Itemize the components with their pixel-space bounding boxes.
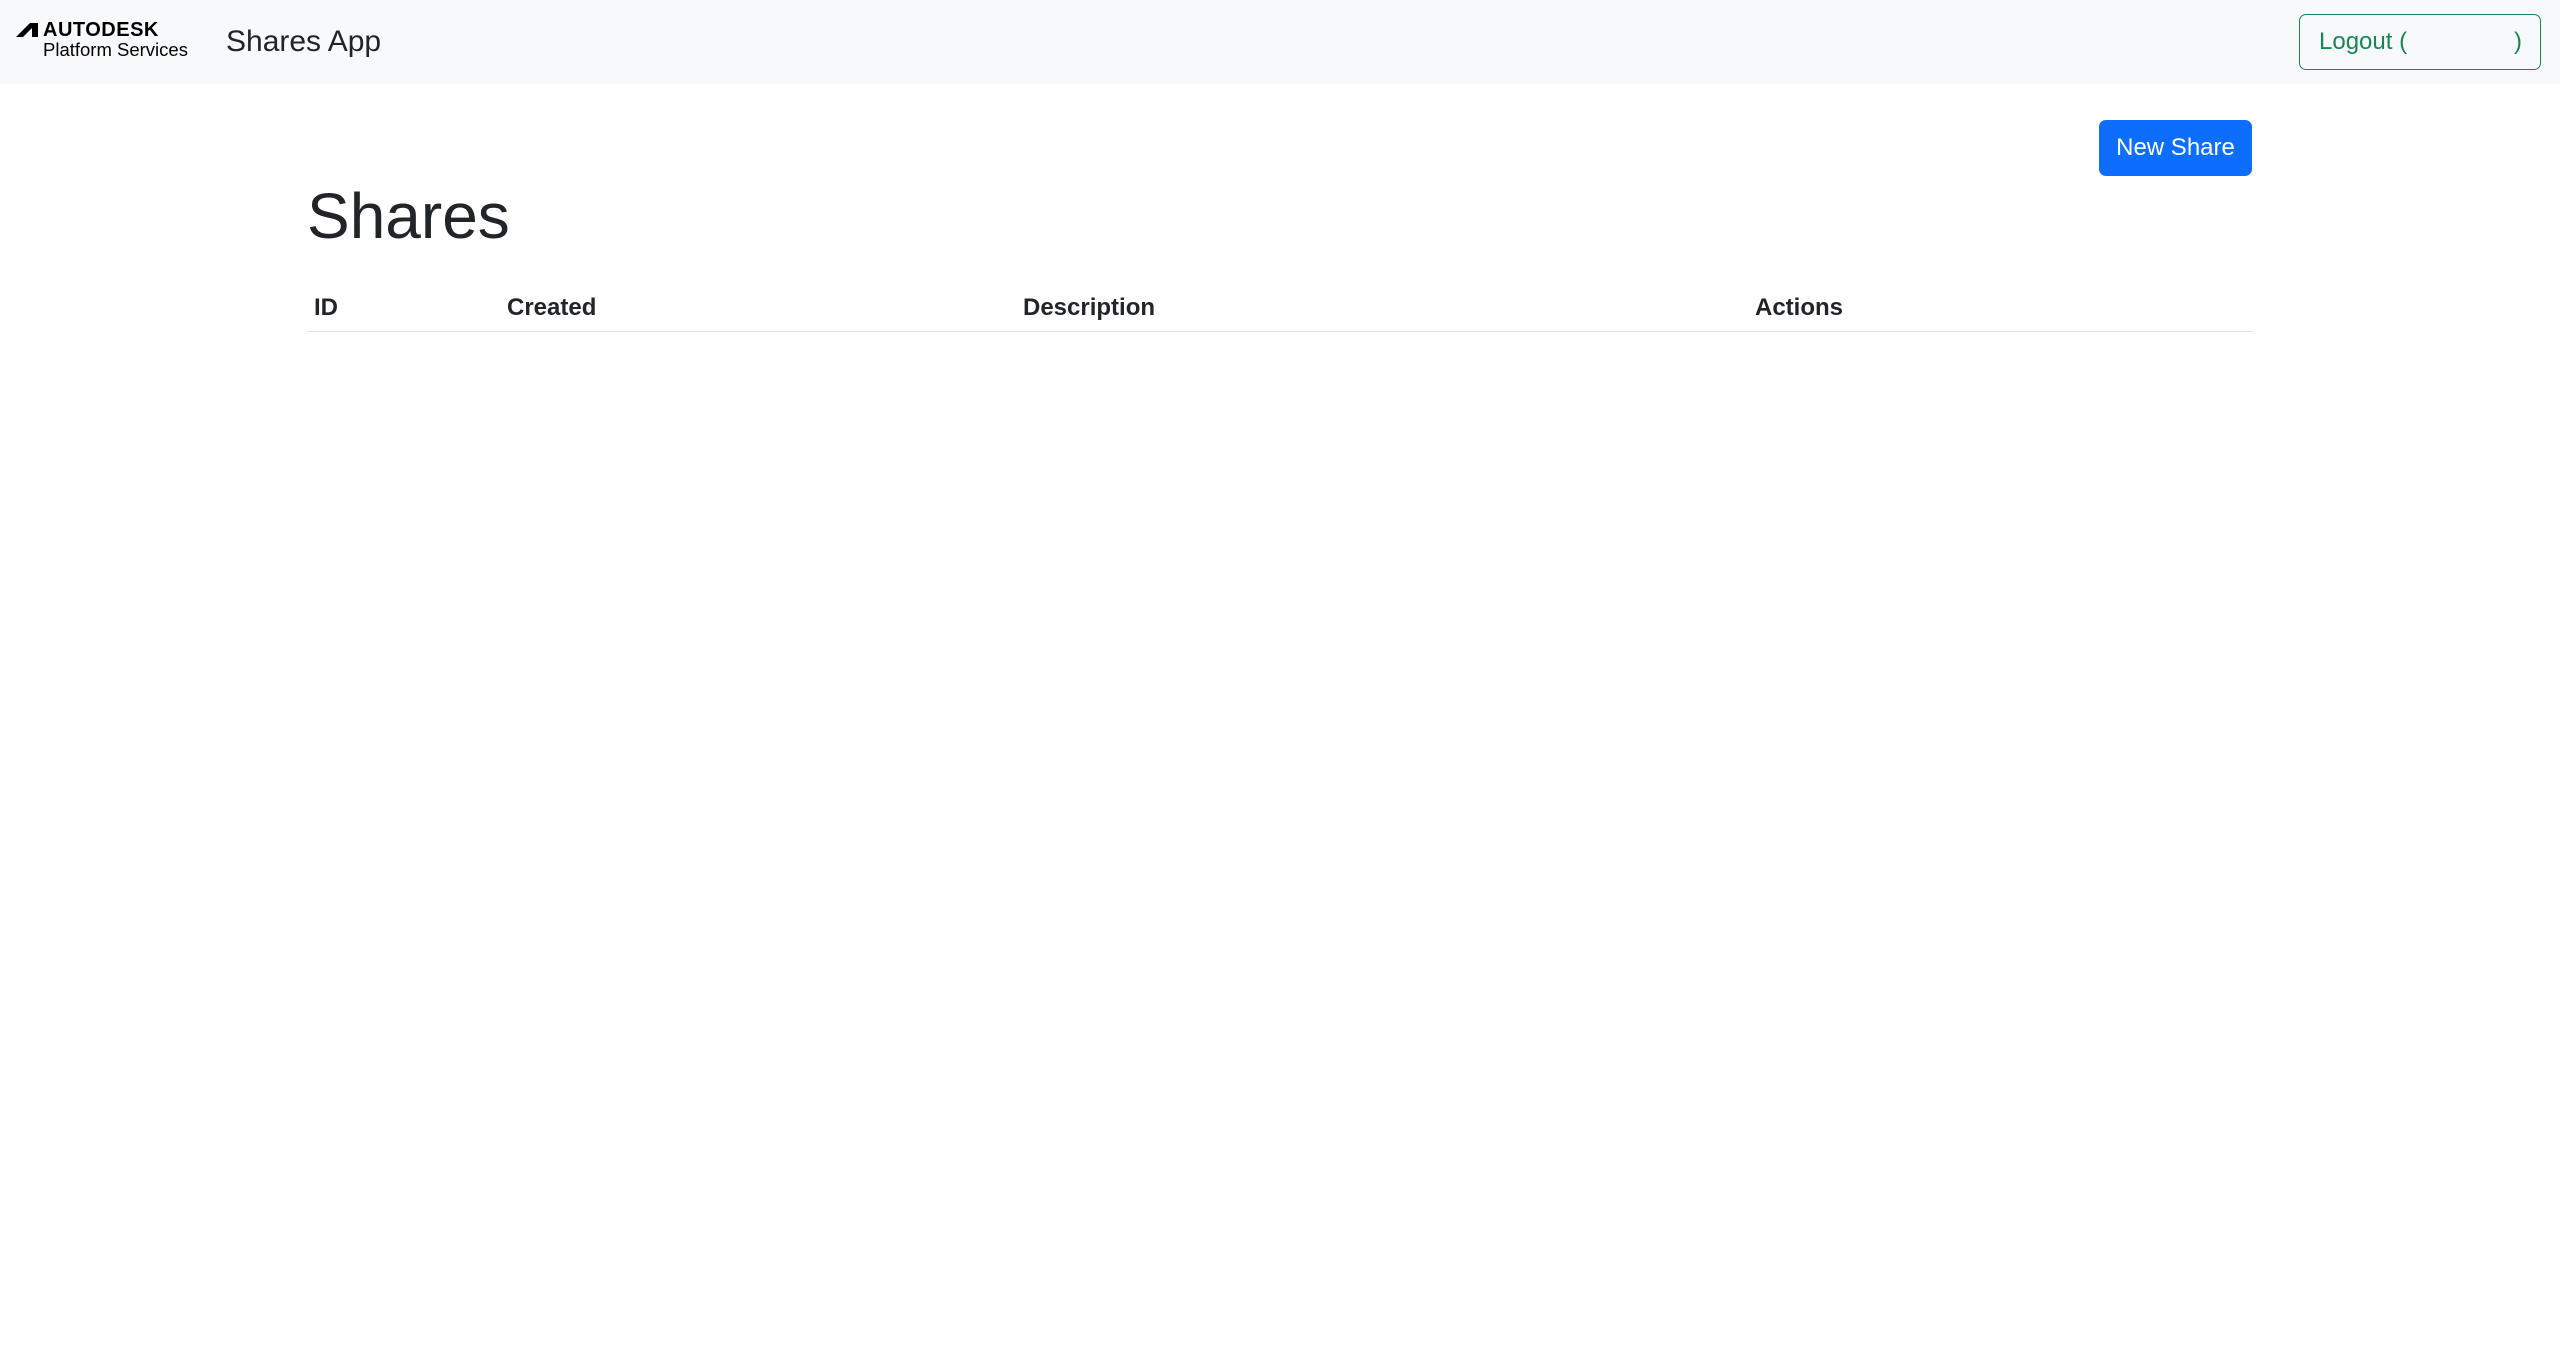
column-header-created: Created [500,285,1016,332]
new-share-button[interactable]: New Share [2099,120,2252,176]
top-navbar: AUTODESK Platform Services Shares App Lo… [0,0,2560,84]
autodesk-platform-services-logo[interactable]: AUTODESK Platform Services [16,20,210,60]
logout-close-paren: ) [2514,28,2522,55]
shares-table: ID Created Description Actions [307,285,2253,332]
logo-wordmark: AUTODESK [43,19,159,41]
logout-label: Logout ( [2319,28,2408,55]
column-header-actions: Actions [1748,285,2253,332]
column-header-description: Description [1016,285,1748,332]
table-header: ID Created Description Actions [307,285,2253,332]
autodesk-logo-icon [16,23,38,37]
table-header-row: ID Created Description Actions [307,285,2253,332]
app-title[interactable]: Shares App [226,22,381,62]
page-title: Shares [307,180,510,252]
logout-button[interactable]: Logout ( ) [2299,14,2541,70]
column-header-id: ID [307,285,500,332]
logo-subtitle: Platform Services [43,39,188,60]
